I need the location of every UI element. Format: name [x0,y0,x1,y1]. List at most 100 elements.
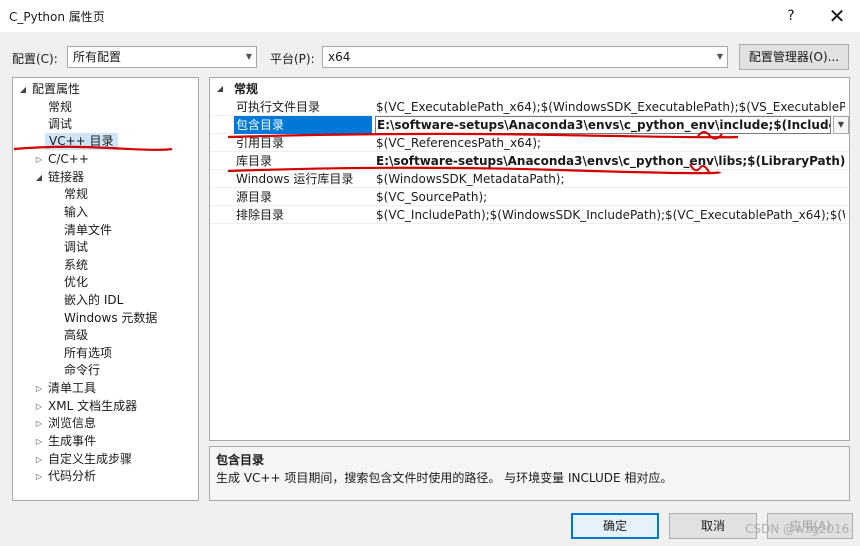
platform-label: 平台(P): [270,52,315,66]
tree-item-label: 优化 [64,275,89,289]
window-title: C_Python 属性页 [9,10,105,24]
tree-item-label: 代码分析 [48,469,97,483]
tree-item-general[interactable]: 常规 [48,99,72,116]
tree-item-linker-embedded-idl[interactable]: 嵌入的 IDL [64,292,123,309]
description-title: 包含目录 [216,453,265,467]
property-value[interactable]: $(VC_ReferencesPath_x64); [375,134,845,152]
tree-item-label: 浏览信息 [48,416,97,430]
tree-item-browse-info[interactable]: ▷ 浏览信息 [13,415,198,432]
tree-item-label: 输入 [64,205,89,219]
property-name: 可执行文件目录 [236,100,321,114]
description-text: 生成 VC++ 项目期间，搜索包含文件时使用的路径。 与环境变量 INCLUDE… [216,471,673,485]
tree-item-custom-build-step[interactable]: ▷ 自定义生成步骤 [13,451,198,468]
tree-item-label: 生成事件 [48,434,97,448]
tree-item-label: Windows 元数据 [64,311,158,325]
property-row-reference-dirs[interactable]: 引用目录 $(VC_ReferencesPath_x64); [210,134,849,152]
chevron-down-icon: ▼ [245,52,252,61]
config-label: 配置(C): [12,52,58,66]
tree-item-linker-optimization[interactable]: 优化 [64,274,88,291]
property-name: 库目录 [236,154,273,168]
tree-item-label: 调试 [48,117,73,131]
config-select-value: 所有配置 [73,50,122,64]
tree-item-label: 常规 [48,100,73,114]
tree-item-vc-directories[interactable]: VC++ 目录 [45,133,118,150]
help-button[interactable]: ? [780,5,802,27]
description-panel: 包含目录 生成 VC++ 项目期间，搜索包含文件时使用的路径。 与环境变量 IN… [209,446,850,501]
property-tree[interactable]: ◢ 配置属性 常规 调试 VC++ 目录 ▷ C/C++ ◢ 链接器 常规 输入… [12,77,199,501]
property-row-include-dirs[interactable]: 包含目录 E:\software-setups\Anaconda3\envs\c… [210,116,849,134]
property-name: 源目录 [236,190,273,204]
tree-item-linker[interactable]: ◢ 链接器 [13,169,198,186]
cancel-button[interactable]: 取消 [669,513,757,539]
platform-select[interactable]: x64 ▼ [322,46,728,68]
close-button[interactable]: ✕ [822,3,852,29]
tree-item-c-cpp[interactable]: ▷ C/C++ [13,151,198,168]
tree-item-label: 自定义生成步骤 [48,452,133,466]
tree-item-label: 链接器 [48,170,85,184]
tree-item-label: 清单文件 [64,223,113,237]
chevron-down-icon: ▼ [716,52,723,61]
tree-item-linker-advanced[interactable]: 高级 [64,327,88,344]
collapse-icon[interactable]: ◢ [214,80,226,98]
property-row-exclude-dirs[interactable]: 排除目录 $(VC_IncludePath);$(WindowsSDK_Incl… [210,206,849,224]
tree-item-label: XML 文档生成器 [48,399,138,413]
tree-item-label: 配置属性 [32,82,81,96]
platform-select-value: x64 [328,50,351,64]
expand-icon[interactable]: ▷ [33,398,45,415]
tree-item-debugging[interactable]: 调试 [48,116,72,133]
tree-item-label: 调试 [64,240,89,254]
include-dirs-input[interactable]: E:\software-setups\Anaconda3\envs\c_pyth… [375,116,831,134]
expand-icon[interactable]: ▷ [33,415,45,432]
tree-item-label: 嵌入的 IDL [64,293,124,307]
property-row-library-dirs[interactable]: 库目录 E:\software-setups\Anaconda3\envs\c_… [210,152,849,170]
tree-item-linker-all-options[interactable]: 所有选项 [64,345,112,362]
tree-item-build-events[interactable]: ▷ 生成事件 [13,433,198,450]
grid-category-label: 常规 [234,82,259,96]
property-value[interactable]: $(VC_IncludePath);$(WindowsSDK_IncludePa… [375,206,845,224]
property-grid[interactable]: ◢ 常规 可执行文件目录 $(VC_ExecutablePath_x64);$(… [209,77,850,441]
expand-icon[interactable]: ▷ [33,380,45,397]
tree-item-linker-system[interactable]: 系统 [64,257,88,274]
grid-category-general[interactable]: ◢ 常规 [210,80,849,98]
expand-icon[interactable]: ▷ [33,451,45,468]
watermark: CSDN @wzg2016 [745,522,850,536]
tree-item-label: 高级 [64,328,89,342]
tree-item-linker-general[interactable]: 常规 [64,186,88,203]
tree-item-linker-manifest[interactable]: 清单文件 [64,222,112,239]
collapse-icon[interactable]: ◢ [17,81,29,98]
expand-icon[interactable]: ▷ [33,151,45,168]
collapse-icon[interactable]: ◢ [33,169,45,186]
tree-item-linker-debugging[interactable]: 调试 [64,239,88,256]
property-value[interactable]: $(VC_ExecutablePath_x64);$(WindowsSDK_Ex… [375,98,845,116]
property-row-executable-dirs[interactable]: 可执行文件目录 $(VC_ExecutablePath_x64);$(Windo… [210,98,849,116]
config-select[interactable]: 所有配置 ▼ [67,46,257,68]
tree-item-label: 清单工具 [48,381,97,395]
tree-item-config-properties[interactable]: ◢ 配置属性 [13,81,198,98]
ok-button[interactable]: 确定 [571,513,659,539]
tree-item-linker-input[interactable]: 输入 [64,204,88,221]
title-bar: C_Python 属性页 ? ✕ [0,0,860,32]
chevron-down-icon[interactable]: ▼ [833,116,849,134]
property-name: 排除目录 [236,208,285,222]
property-value[interactable]: $(WindowsSDK_MetadataPath); [375,170,845,188]
property-row-winrt-dirs[interactable]: Windows 运行库目录 $(WindowsSDK_MetadataPath)… [210,170,849,188]
expand-icon[interactable]: ▷ [33,433,45,450]
tree-item-label: 系统 [64,258,89,272]
property-name: 包含目录 [234,116,372,134]
tree-item-label: 命令行 [64,363,101,377]
property-name: Windows 运行库目录 [236,172,354,186]
tree-item-label: VC++ 目录 [49,134,114,148]
tree-item-manifest-tool[interactable]: ▷ 清单工具 [13,380,198,397]
tree-item-linker-command-line[interactable]: 命令行 [64,362,100,379]
expand-icon[interactable]: ▷ [33,468,45,485]
property-value[interactable]: $(VC_SourcePath); [375,188,845,206]
tree-item-xml-doc-generator[interactable]: ▷ XML 文档生成器 [13,398,198,415]
property-row-source-dirs[interactable]: 源目录 $(VC_SourcePath); [210,188,849,206]
tree-item-label: 常规 [64,187,89,201]
tree-item-label: C/C++ [48,152,89,166]
tree-item-code-analysis[interactable]: ▷ 代码分析 [13,468,198,485]
tree-item-label: 所有选项 [64,346,113,360]
config-manager-button[interactable]: 配置管理器(O)... [739,44,849,70]
property-value[interactable]: E:\software-setups\Anaconda3\envs\c_pyth… [375,152,845,170]
tree-item-linker-windows-metadata[interactable]: Windows 元数据 [64,310,157,327]
